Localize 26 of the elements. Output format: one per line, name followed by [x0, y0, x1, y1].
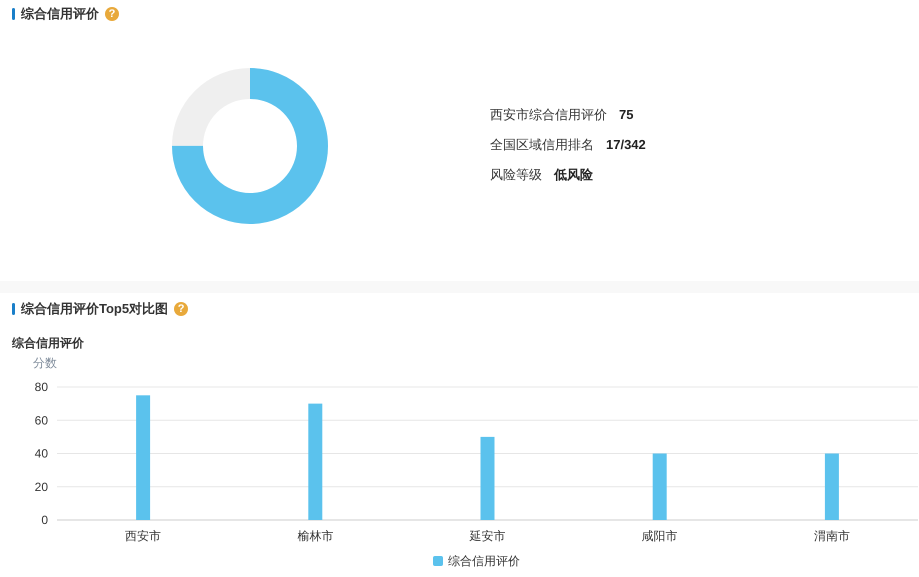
fact-value: 17/342	[606, 136, 646, 154]
bar	[824, 454, 839, 520]
category-label: 西安市	[125, 529, 162, 543]
legend-label: 综合信用评价	[448, 554, 520, 568]
section-title: 综合信用评价Top5对比图	[21, 300, 168, 318]
legend-swatch	[433, 556, 443, 566]
category-label: 咸阳市	[642, 529, 678, 543]
tick-label: 40	[34, 446, 48, 460]
fact-label: 风险等级	[490, 166, 542, 184]
help-icon[interactable]: ?	[174, 302, 188, 316]
axis-label: 分数	[33, 356, 57, 370]
fact-label: 西安市综合信用评价	[490, 106, 607, 124]
help-icon[interactable]: ?	[105, 7, 119, 21]
tick-label: 60	[34, 413, 48, 428]
fact-label: 全国区域信用排名	[490, 136, 594, 154]
section-title: 综合信用评价	[21, 5, 99, 23]
bar	[652, 454, 667, 520]
tick-label: 80	[34, 380, 48, 394]
tick-label: 0	[41, 513, 48, 527]
fact-value: 75	[619, 106, 634, 124]
category-label: 榆林市	[297, 529, 334, 543]
tick-label: 20	[34, 480, 48, 494]
category-label: 延安市	[470, 529, 506, 543]
category-label: 渭南市	[814, 529, 850, 543]
fact-value: 低风险	[554, 166, 593, 184]
chart-title: 综合信用评价	[12, 335, 84, 352]
